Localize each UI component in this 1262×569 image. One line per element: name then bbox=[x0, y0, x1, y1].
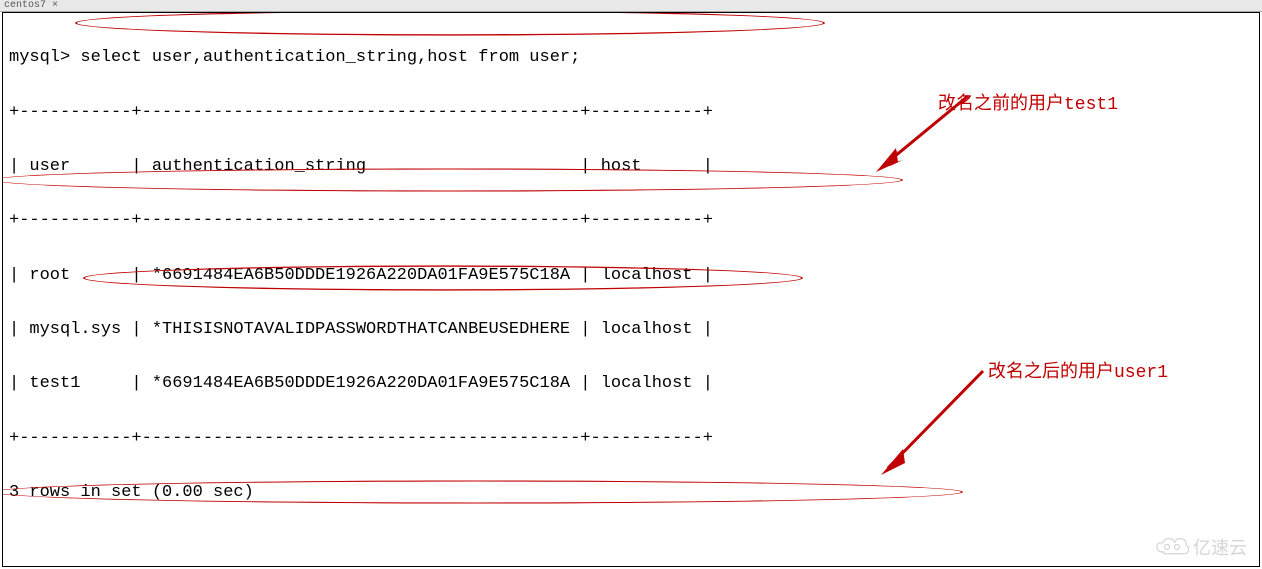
blank-line bbox=[9, 534, 1253, 561]
watermark-text: 亿速云 bbox=[1193, 534, 1247, 560]
query-line: mysql> select user,authentication_string… bbox=[9, 44, 1253, 71]
annotation-text-before: 改名之前的用户test1 bbox=[938, 89, 1118, 115]
watermark: 亿速云 bbox=[1155, 534, 1247, 560]
table-header: | user | authentication_string | host | bbox=[9, 153, 1253, 180]
result-footer: 3 rows in set (0.00 sec) bbox=[9, 479, 1253, 506]
tab-label: centos7 bbox=[4, 0, 46, 11]
annotation-text-after: 改名之后的用户user1 bbox=[988, 357, 1168, 383]
terminal-window: mysql> select user,authentication_string… bbox=[2, 12, 1260, 567]
table-sep: +-----------+---------------------------… bbox=[9, 207, 1253, 234]
table-sep: +-----------+---------------------------… bbox=[9, 425, 1253, 452]
cloud-icon bbox=[1155, 537, 1189, 557]
table-row: | root | *6691484EA6B50DDDE1926A220DA01F… bbox=[9, 262, 1253, 289]
table-row: | mysql.sys | *THISISNOTAVALIDPASSWORDTH… bbox=[9, 316, 1253, 343]
tab-bar: centos7 × bbox=[0, 0, 1262, 12]
